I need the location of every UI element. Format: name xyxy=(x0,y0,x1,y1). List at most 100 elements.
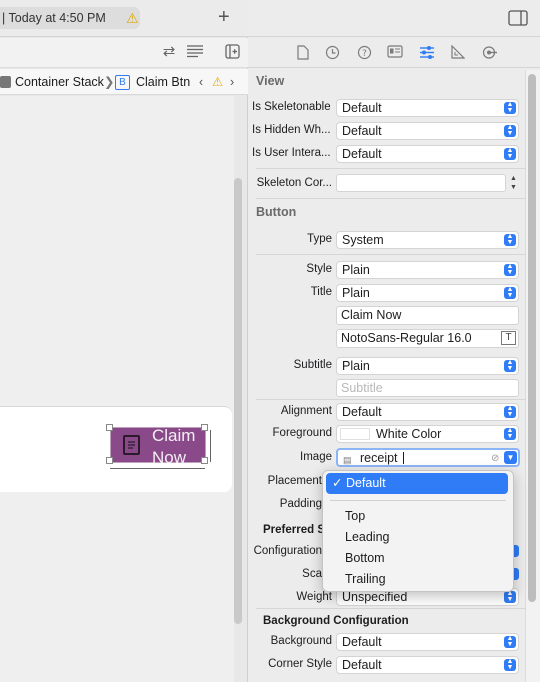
placement-option-trailing[interactable]: Trailing xyxy=(345,572,386,586)
warning-icon[interactable]: ⚠ xyxy=(126,10,139,27)
add-icon[interactable]: + xyxy=(218,6,230,28)
is-skeletonable-value: Default xyxy=(342,101,382,115)
preferred-section-title: Preferred S xyxy=(263,524,326,536)
button-section-title: Button xyxy=(256,205,297,219)
resize-handle[interactable] xyxy=(106,424,113,431)
chevron-down-icon[interactable]: ▼ xyxy=(504,451,517,464)
placement-option-bottom[interactable]: Bottom xyxy=(345,551,385,565)
placement-label: Placement xyxy=(267,475,322,487)
view-section-title: View xyxy=(256,74,285,88)
scale-label: Sca xyxy=(302,568,322,580)
title-popup[interactable]: Plain ▲ ▼ xyxy=(336,284,519,302)
breadcrumb-claim-btn[interactable]: Claim Btn xyxy=(136,69,190,95)
editor-options-icon[interactable] xyxy=(186,44,204,60)
resize-handle[interactable] xyxy=(201,424,208,431)
resize-handle[interactable] xyxy=(106,457,113,464)
skeleton-corner-field[interactable] xyxy=(336,174,506,192)
weight-value: Unspecified xyxy=(342,590,408,604)
placement-option-top[interactable]: Top xyxy=(345,509,365,523)
popup-arrows-icon: ▲ ▼ xyxy=(504,658,516,671)
connections-inspector-icon[interactable] xyxy=(480,45,498,61)
background-label: Background xyxy=(270,635,332,647)
file-inspector-icon[interactable] xyxy=(294,45,312,61)
popup-arrows-icon: ▲ ▼ xyxy=(504,359,516,372)
image-label: Image xyxy=(300,451,332,463)
editor-toolbar: ⇄ xyxy=(0,38,248,68)
chevron-right-icon[interactable]: › xyxy=(230,69,234,95)
subtitle-label: Subtitle xyxy=(293,359,332,371)
canvas-scrollbar[interactable] xyxy=(234,178,242,624)
popup-arrows-icon: ▲ ▼ xyxy=(504,286,516,299)
stack-icon xyxy=(0,76,11,88)
title-label: Title xyxy=(310,286,332,298)
title-font-field[interactable]: NotoSans-Regular 16.0 T xyxy=(336,329,519,348)
title-value: Plain xyxy=(342,286,370,300)
editor-area: | Today at 4:50 PM ⚠ + ⇄ Container Stack… xyxy=(0,0,248,682)
identity-inspector-icon[interactable] xyxy=(386,45,404,61)
size-inspector-icon[interactable] xyxy=(449,44,467,61)
divider xyxy=(256,198,526,199)
is-skeletonable-label: Is Skeletonable xyxy=(252,101,331,113)
alignment-value: Default xyxy=(342,405,382,419)
popup-arrows-icon: ▲ ▼ xyxy=(504,233,516,246)
is-user-interaction-value: Default xyxy=(342,147,382,161)
popup-arrows-icon: ▲ ▼ xyxy=(504,590,516,603)
height-guide xyxy=(210,430,211,462)
inspector-scrollbar[interactable] xyxy=(528,74,536,602)
foreground-popup[interactable]: White Color ▲ ▼ xyxy=(336,425,519,443)
attributes-inspector-icon[interactable] xyxy=(418,45,436,61)
background-value: Default xyxy=(342,635,382,649)
background-popup[interactable]: Default ▲ ▼ xyxy=(336,633,519,651)
placement-option-default[interactable]: ✓ Default xyxy=(326,473,508,494)
inspector-header xyxy=(248,0,540,37)
popup-arrows-icon: ▲ ▼ xyxy=(504,101,516,114)
title-text-field[interactable]: Claim Now xyxy=(336,306,519,325)
text-cursor xyxy=(403,452,404,464)
subtitle-popup[interactable]: Plain ▲ ▼ xyxy=(336,357,519,375)
font-picker-icon[interactable]: T xyxy=(501,331,516,345)
chevron-left-icon[interactable]: ‹ xyxy=(199,69,203,95)
warning-icon[interactable]: ⚠ xyxy=(212,69,223,95)
popup-arrows-icon: ▲ ▼ xyxy=(504,405,516,418)
related-items-icon[interactable]: ⇄ xyxy=(160,44,178,60)
subtitle-text-field[interactable]: Subtitle xyxy=(336,379,519,397)
toggle-inspector-icon[interactable] xyxy=(508,10,528,29)
padding-label: Padding xyxy=(279,498,322,510)
style-value: Plain xyxy=(342,263,370,277)
popup-arrows-icon: ▲ ▼ xyxy=(504,427,516,440)
foreground-value: White Color xyxy=(376,427,442,441)
history-inspector-icon[interactable] xyxy=(323,45,341,61)
divider xyxy=(256,168,526,169)
weight-label: Weight xyxy=(296,591,332,603)
subtitle-value: Plain xyxy=(342,359,370,373)
corner-style-popup[interactable]: Default ▲ ▼ xyxy=(336,656,519,674)
color-swatch xyxy=(340,428,370,440)
clear-icon[interactable]: ⊘ xyxy=(491,451,499,465)
placement-option-leading[interactable]: Leading xyxy=(345,530,390,544)
divider xyxy=(256,254,526,255)
skeleton-corner-label: Skeleton Cor... xyxy=(256,177,332,189)
is-hidden-label: Is Hidden Wh... xyxy=(252,124,331,136)
is-hidden-popup[interactable]: Default ▲ ▼ xyxy=(336,122,519,140)
alignment-label: Alignment xyxy=(280,405,332,417)
popup-arrows-icon: ▲ ▼ xyxy=(504,263,516,276)
claim-now-label: Claim Now xyxy=(152,426,196,467)
popup-arrows-icon: ▲ ▼ xyxy=(504,124,516,137)
add-editor-icon[interactable] xyxy=(223,44,241,60)
divider xyxy=(256,608,526,609)
image-value: receipt xyxy=(360,451,398,465)
alignment-popup[interactable]: Default ▲ ▼ xyxy=(336,403,519,421)
stepper[interactable]: ▲ ▼ xyxy=(508,174,519,193)
resize-handle[interactable] xyxy=(201,457,208,464)
breadcrumb-container-stack[interactable]: Container Stack xyxy=(15,69,104,95)
is-skeletonable-popup[interactable]: Default ▲ ▼ xyxy=(336,99,519,117)
style-popup[interactable]: Plain ▲ ▼ xyxy=(336,261,519,279)
help-inspector-icon[interactable]: ? xyxy=(355,45,373,61)
interface-canvas[interactable] xyxy=(0,96,234,682)
type-popup[interactable]: System ▲ ▼ xyxy=(336,231,519,249)
receipt-icon xyxy=(123,435,140,455)
image-combo[interactable]: ▤ receipt ⊘ ▼ xyxy=(336,448,520,467)
title-font-value: NotoSans-Regular 16.0 xyxy=(341,331,472,345)
is-user-interaction-popup[interactable]: Default ▲ ▼ xyxy=(336,145,519,163)
corner-style-value: Default xyxy=(342,658,382,672)
